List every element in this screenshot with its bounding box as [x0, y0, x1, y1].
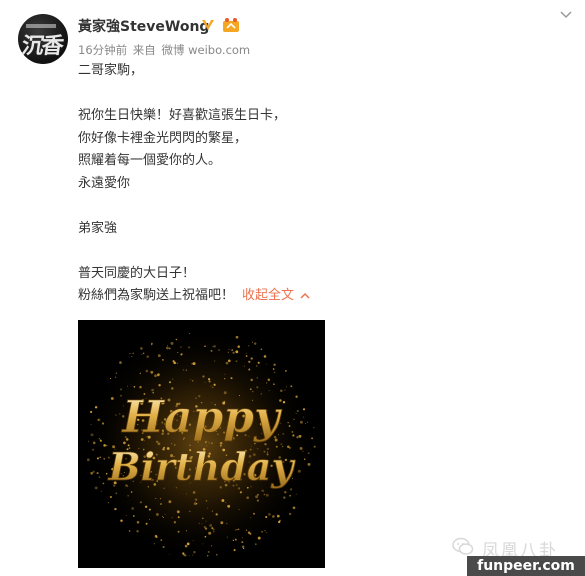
avatar[interactable]: 沉香: [18, 14, 68, 64]
verified-icon: [202, 20, 214, 30]
avatar-text: 沉香: [19, 33, 64, 59]
post-line: 二哥家駒，: [78, 63, 144, 78]
vip-crown-icon[interactable]: [222, 17, 240, 33]
post-line: 普天同慶的大日子！: [78, 265, 196, 281]
post-meta: 16分钟前 来自 微博 weibo.com: [78, 42, 252, 58]
birthday-card-image[interactable]: Happy Birthday: [78, 320, 325, 568]
post-line: 粉絲們為家駒送上祝福吧！: [78, 288, 235, 303]
post-source[interactable]: 微博 weibo.com: [161, 43, 250, 57]
post-from-label: 来自: [132, 43, 156, 57]
post-line: 祝你生日快樂！好喜歡這張生日卡，: [78, 108, 287, 123]
collapse-text-link[interactable]: 收起全文: [242, 288, 294, 303]
post-line: 照耀着每一個愛你的人。: [78, 153, 222, 168]
chevron-down-icon[interactable]: [559, 10, 573, 20]
post-line-last: 粉絲們為家駒送上祝福吧！ 收起全文: [78, 285, 538, 308]
wechat-logo-icon: [452, 537, 474, 555]
post-body: 二哥家駒， 祝你生日快樂！好喜歡這張生日卡， 你好像卡裡金光閃閃的繁星， 照耀着…: [78, 60, 538, 308]
username[interactable]: 黃家強SteveWong: [78, 16, 209, 36]
post-line: 弟家強: [78, 220, 118, 236]
chevron-up-icon[interactable]: [300, 292, 310, 300]
post-time[interactable]: 16分钟前: [78, 43, 127, 57]
card-word-birthday: Birthday: [107, 444, 296, 489]
post-line: 永遠愛你: [78, 175, 131, 191]
birthday-card-graphic: Happy Birthday: [78, 320, 325, 568]
source-site-badge: funpeer.com: [467, 556, 585, 576]
post-line: 你好像卡裡金光閃閃的繁星，: [78, 130, 248, 146]
card-word-happy: Happy: [120, 392, 283, 443]
